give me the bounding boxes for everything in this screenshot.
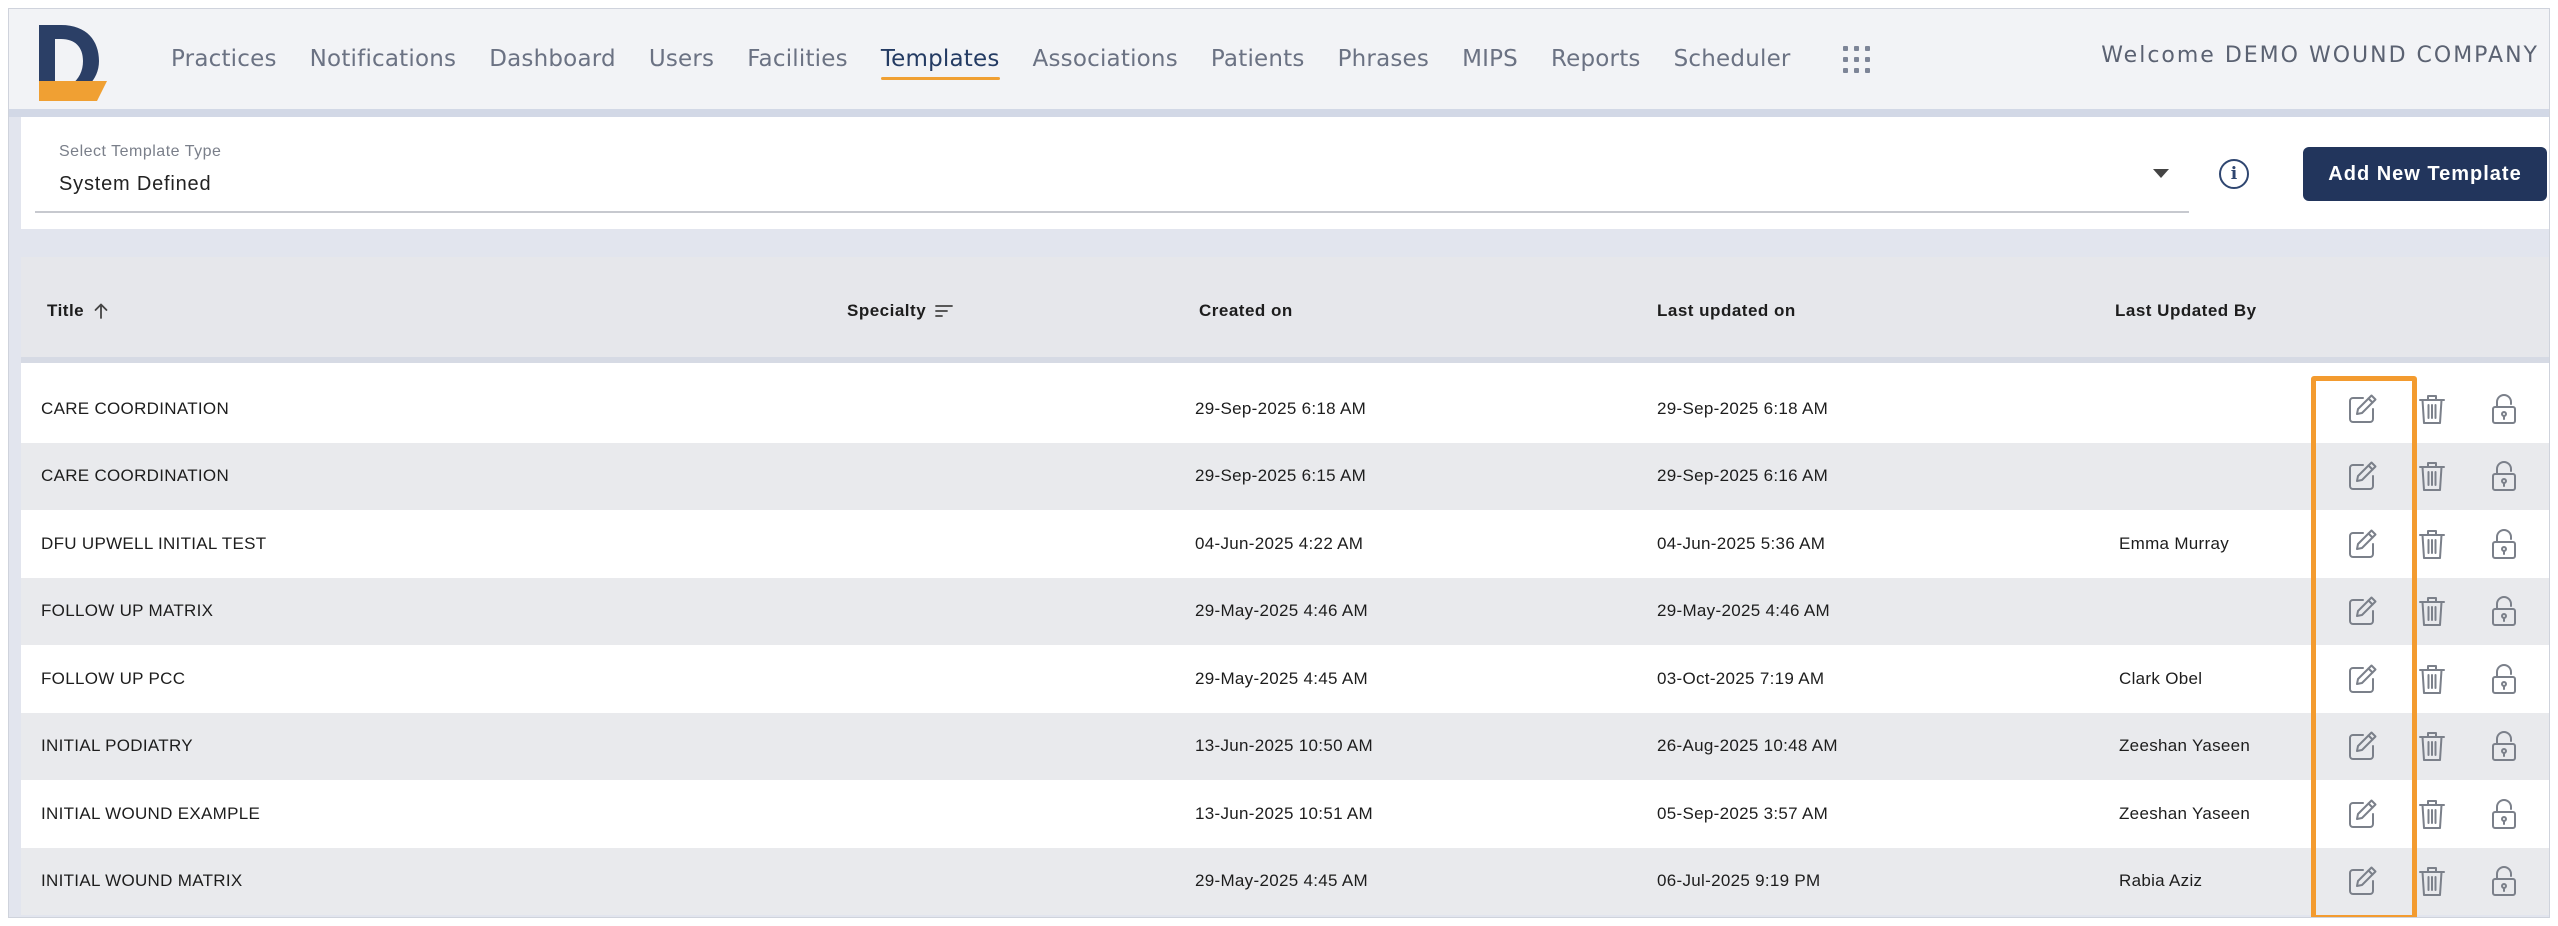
edit-icon[interactable] xyxy=(2339,578,2385,646)
cell-updated: 29-May-2025 4:46 AM xyxy=(1657,601,1830,621)
add-new-template-button[interactable]: Add New Template xyxy=(2303,147,2547,201)
edit-icon[interactable] xyxy=(2339,375,2385,443)
cell-title: CARE COORDINATION xyxy=(41,398,230,418)
lock-icon[interactable] xyxy=(2481,578,2527,646)
nav-associations[interactable]: Associations xyxy=(1033,40,1178,78)
column-header-created: Created on xyxy=(1199,301,1293,320)
cell-created: 29-May-2025 4:45 AM xyxy=(1195,668,1368,688)
lock-icon[interactable] xyxy=(2481,443,2527,511)
table-row: FOLLOW UP MATRIX 29-May-2025 4:46 AM 29-… xyxy=(21,577,2549,646)
cell-title: DFU UPWELL INITIAL TEST xyxy=(41,533,267,553)
sort-ascending-icon[interactable] xyxy=(92,302,110,320)
column-header-specialty[interactable]: Specialty xyxy=(847,301,954,321)
lock-icon[interactable] xyxy=(2481,848,2527,916)
welcome-text: Welcome DEMO WOUND COMPANY xyxy=(2101,43,2539,68)
nav-users[interactable]: Users xyxy=(649,40,714,78)
lock-icon[interactable] xyxy=(2481,375,2527,443)
table-row: FOLLOW UP PCC 29-May-2025 4:45 AM 03-Oct… xyxy=(21,645,2549,713)
trash-icon[interactable] xyxy=(2409,780,2455,848)
cell-created: 29-May-2025 4:46 AM xyxy=(1195,601,1368,621)
trash-icon[interactable] xyxy=(2409,713,2455,781)
cell-created: 29-May-2025 4:45 AM xyxy=(1195,871,1368,891)
table-row: INITIAL WOUND MATRIX 29-May-2025 4:45 AM… xyxy=(21,847,2549,916)
lock-icon[interactable] xyxy=(2481,713,2527,781)
edit-icon[interactable] xyxy=(2339,780,2385,848)
templates-table: Title Specialty Created on Last updated … xyxy=(21,257,2549,915)
table-row: INITIAL PODIATRY 13-Jun-2025 10:50 AM 26… xyxy=(21,712,2549,781)
column-label: Title xyxy=(47,301,85,320)
nav-facilities[interactable]: Facilities xyxy=(747,40,848,78)
table-header: Title Specialty Created on Last updated … xyxy=(21,257,2549,363)
lock-icon[interactable] xyxy=(2481,780,2527,848)
trash-icon[interactable] xyxy=(2409,375,2455,443)
chevron-down-icon[interactable] xyxy=(2153,169,2169,178)
trash-icon[interactable] xyxy=(2409,510,2455,578)
cell-updated: 29-Sep-2025 6:18 AM xyxy=(1657,398,1829,418)
cell-updated: 29-Sep-2025 6:16 AM xyxy=(1657,466,1829,486)
filter-panel: Select Template Type System Defined i Ad… xyxy=(21,117,2549,229)
header-divider xyxy=(9,109,2549,117)
table-row: DFU UPWELL INITIAL TEST 04-Jun-2025 4:22… xyxy=(21,510,2549,578)
lock-icon[interactable] xyxy=(2481,645,2527,713)
table-row: CARE COORDINATION 29-Sep-2025 6:18 AM 29… xyxy=(21,375,2549,443)
nav-mips[interactable]: MIPS xyxy=(1462,40,1518,78)
cell-updated-by: Zeeshan Yaseen xyxy=(2119,803,2251,823)
cell-updated: 04-Jun-2025 5:36 AM xyxy=(1657,533,1826,553)
cell-created: 29-Sep-2025 6:15 AM xyxy=(1195,466,1367,486)
nav-dashboard[interactable]: Dashboard xyxy=(489,40,616,78)
table-body: CARE COORDINATION 29-Sep-2025 6:18 AM 29… xyxy=(21,375,2549,915)
table-row: CARE COORDINATION 29-Sep-2025 6:15 AM 29… xyxy=(21,442,2549,511)
nav-practices[interactable]: Practices xyxy=(171,40,277,78)
nav-notifications[interactable]: Notifications xyxy=(310,40,457,78)
cell-title: FOLLOW UP PCC xyxy=(41,668,186,688)
select-label: Select Template Type xyxy=(59,143,222,160)
edit-icon[interactable] xyxy=(2339,510,2385,578)
lock-icon[interactable] xyxy=(2481,510,2527,578)
edit-icon[interactable] xyxy=(2339,443,2385,511)
trash-icon[interactable] xyxy=(2409,443,2455,511)
cell-updated-by: Clark Obel xyxy=(2119,668,2203,688)
cell-created: 13-Jun-2025 10:51 AM xyxy=(1195,803,1374,823)
cell-updated-by: Emma Murray xyxy=(2119,533,2230,553)
sort-lines-icon[interactable] xyxy=(934,303,954,319)
nav-scheduler[interactable]: Scheduler xyxy=(1674,40,1791,78)
cell-title: CARE COORDINATION xyxy=(41,466,230,486)
cell-created: 04-Jun-2025 4:22 AM xyxy=(1195,533,1364,553)
nav-templates[interactable]: Templates xyxy=(880,40,1000,80)
cell-updated: 06-Jul-2025 9:19 PM xyxy=(1657,871,1821,891)
trash-icon[interactable] xyxy=(2409,848,2455,916)
cell-created: 13-Jun-2025 10:50 AM xyxy=(1195,736,1374,756)
cell-updated: 26-Aug-2025 10:48 AM xyxy=(1657,736,1838,756)
top-navbar: Practices Notifications Dashboard Users … xyxy=(9,9,2549,109)
cell-updated: 05-Sep-2025 3:57 AM xyxy=(1657,803,1829,823)
nav-phrases[interactable]: Phrases xyxy=(1338,40,1430,78)
cell-title: INITIAL WOUND MATRIX xyxy=(41,871,243,891)
edit-icon[interactable] xyxy=(2339,645,2385,713)
cell-title: INITIAL PODIATRY xyxy=(41,736,193,756)
company-logo[interactable] xyxy=(35,23,119,103)
info-icon[interactable]: i xyxy=(2219,159,2249,189)
nav-reports[interactable]: Reports xyxy=(1551,40,1641,78)
cell-updated: 03-Oct-2025 7:19 AM xyxy=(1657,668,1825,688)
trash-icon[interactable] xyxy=(2409,578,2455,646)
edit-icon[interactable] xyxy=(2339,848,2385,916)
cell-updated-by: Zeeshan Yaseen xyxy=(2119,736,2251,756)
table-row: INITIAL WOUND EXAMPLE 13-Jun-2025 10:51 … xyxy=(21,780,2549,848)
app-window: Practices Notifications Dashboard Users … xyxy=(8,8,2550,918)
template-type-select[interactable]: Select Template Type System Defined xyxy=(35,131,2189,213)
grid-dots-icon[interactable] xyxy=(1842,44,1872,74)
select-value: System Defined xyxy=(59,173,212,195)
cell-created: 29-Sep-2025 6:18 AM xyxy=(1195,398,1367,418)
cell-updated-by: Rabia Aziz xyxy=(2119,871,2203,891)
column-header-updated: Last updated on xyxy=(1657,301,1796,320)
trash-icon[interactable] xyxy=(2409,645,2455,713)
column-header-title[interactable]: Title xyxy=(47,301,110,321)
main-nav: Practices Notifications Dashboard Users … xyxy=(171,9,1872,109)
column-label: Specialty xyxy=(847,301,927,320)
cell-title: FOLLOW UP MATRIX xyxy=(41,601,214,621)
cell-title: INITIAL WOUND EXAMPLE xyxy=(41,803,261,823)
column-header-updated-by: Last Updated By xyxy=(2115,301,2257,320)
nav-patients[interactable]: Patients xyxy=(1211,40,1305,78)
edit-icon[interactable] xyxy=(2339,713,2385,781)
